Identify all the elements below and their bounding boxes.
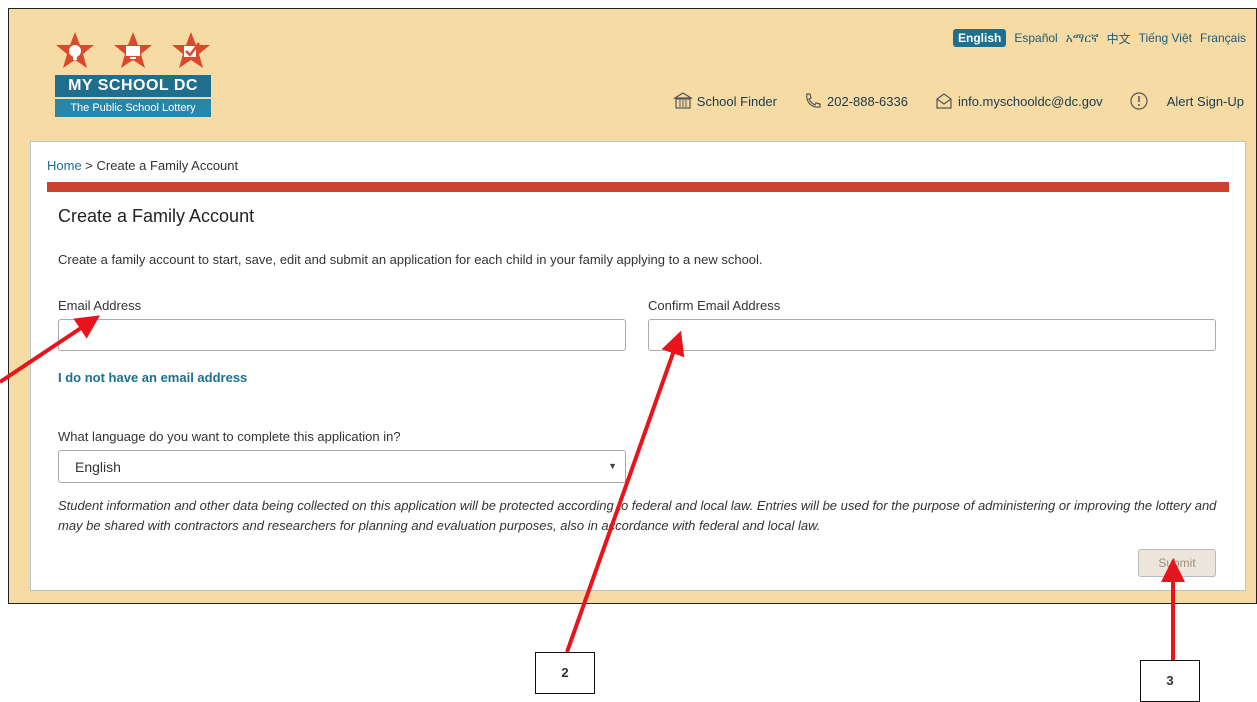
lang-chinese[interactable]: 中文 xyxy=(1107,30,1131,47)
phone-icon xyxy=(806,93,821,108)
contact-email: info.myschooldc@dc.gov xyxy=(957,93,1103,109)
content-panel: Home > Create a Family Account Create a … xyxy=(30,141,1246,591)
lang-amharic[interactable]: አማርኛ xyxy=(1066,31,1099,46)
logo-title: MY SCHOOL DC xyxy=(55,75,211,97)
privacy-disclaimer: Student information and other data being… xyxy=(58,498,1217,533)
star-checkbox-icon xyxy=(172,32,210,68)
alert-signup-link[interactable]: Alert Sign-Up xyxy=(1129,91,1244,111)
alert-signup-label: Alert Sign-Up xyxy=(1166,93,1244,109)
star-lightbulb-icon xyxy=(56,32,94,68)
no-email-link[interactable]: I do not have an email address xyxy=(58,370,247,385)
envelope-icon xyxy=(936,93,952,109)
breadcrumb: Home > Create a Family Account xyxy=(47,158,238,173)
language-select[interactable]: English ▼ xyxy=(58,450,626,483)
email-input[interactable] xyxy=(58,319,626,351)
browser-screenshot: MY SCHOOL DC The Public School Lottery E… xyxy=(8,8,1257,604)
intro-text: Create a family account to start, save, … xyxy=(58,252,763,267)
language-question: What language do you want to complete th… xyxy=(58,429,401,444)
logo-subtitle: The Public School Lottery xyxy=(55,99,211,117)
confirm-email-input[interactable] xyxy=(648,319,1216,351)
confirm-email-label: Confirm Email Address xyxy=(648,298,781,313)
email-label: Email Address xyxy=(58,298,142,313)
lang-english[interactable]: English xyxy=(953,29,1007,47)
dropdown-caret-icon: ▼ xyxy=(608,461,617,471)
language-select-value: English xyxy=(75,458,121,475)
breadcrumb-current: Create a Family Account xyxy=(96,158,239,173)
submit-button[interactable]: Submit xyxy=(1138,549,1216,577)
lang-spanish[interactable]: Español xyxy=(1014,31,1057,45)
alert-icon xyxy=(1130,92,1148,110)
phone-link[interactable]: 202-888-6336 xyxy=(803,91,908,111)
email-link[interactable]: info.myschooldc@dc.gov xyxy=(934,91,1103,111)
school-finder-label: School Finder xyxy=(696,93,777,109)
logo-stars xyxy=(55,31,211,73)
lang-french[interactable]: Français xyxy=(1200,31,1246,45)
school-finder-link[interactable]: School Finder xyxy=(672,91,777,111)
breadcrumb-home[interactable]: Home xyxy=(47,158,82,173)
callout-2: 2 xyxy=(535,652,595,694)
star-monitor-icon xyxy=(114,32,152,68)
school-building-icon xyxy=(672,92,693,109)
page-title: Create a Family Account xyxy=(58,206,255,226)
callout-3: 3 xyxy=(1140,660,1200,702)
phone-number: 202-888-6336 xyxy=(827,93,908,109)
site-logo[interactable]: MY SCHOOL DC The Public School Lottery xyxy=(55,31,211,117)
contact-bar: School Finder 202-888-6336 info.myschool… xyxy=(672,91,1244,111)
language-switcher: English Español አማርኛ 中文 Tiếng Việt Franç… xyxy=(953,29,1246,47)
accent-divider xyxy=(47,182,1229,192)
breadcrumb-separator: > xyxy=(81,158,97,173)
lang-vietnamese[interactable]: Tiếng Việt xyxy=(1139,31,1192,45)
